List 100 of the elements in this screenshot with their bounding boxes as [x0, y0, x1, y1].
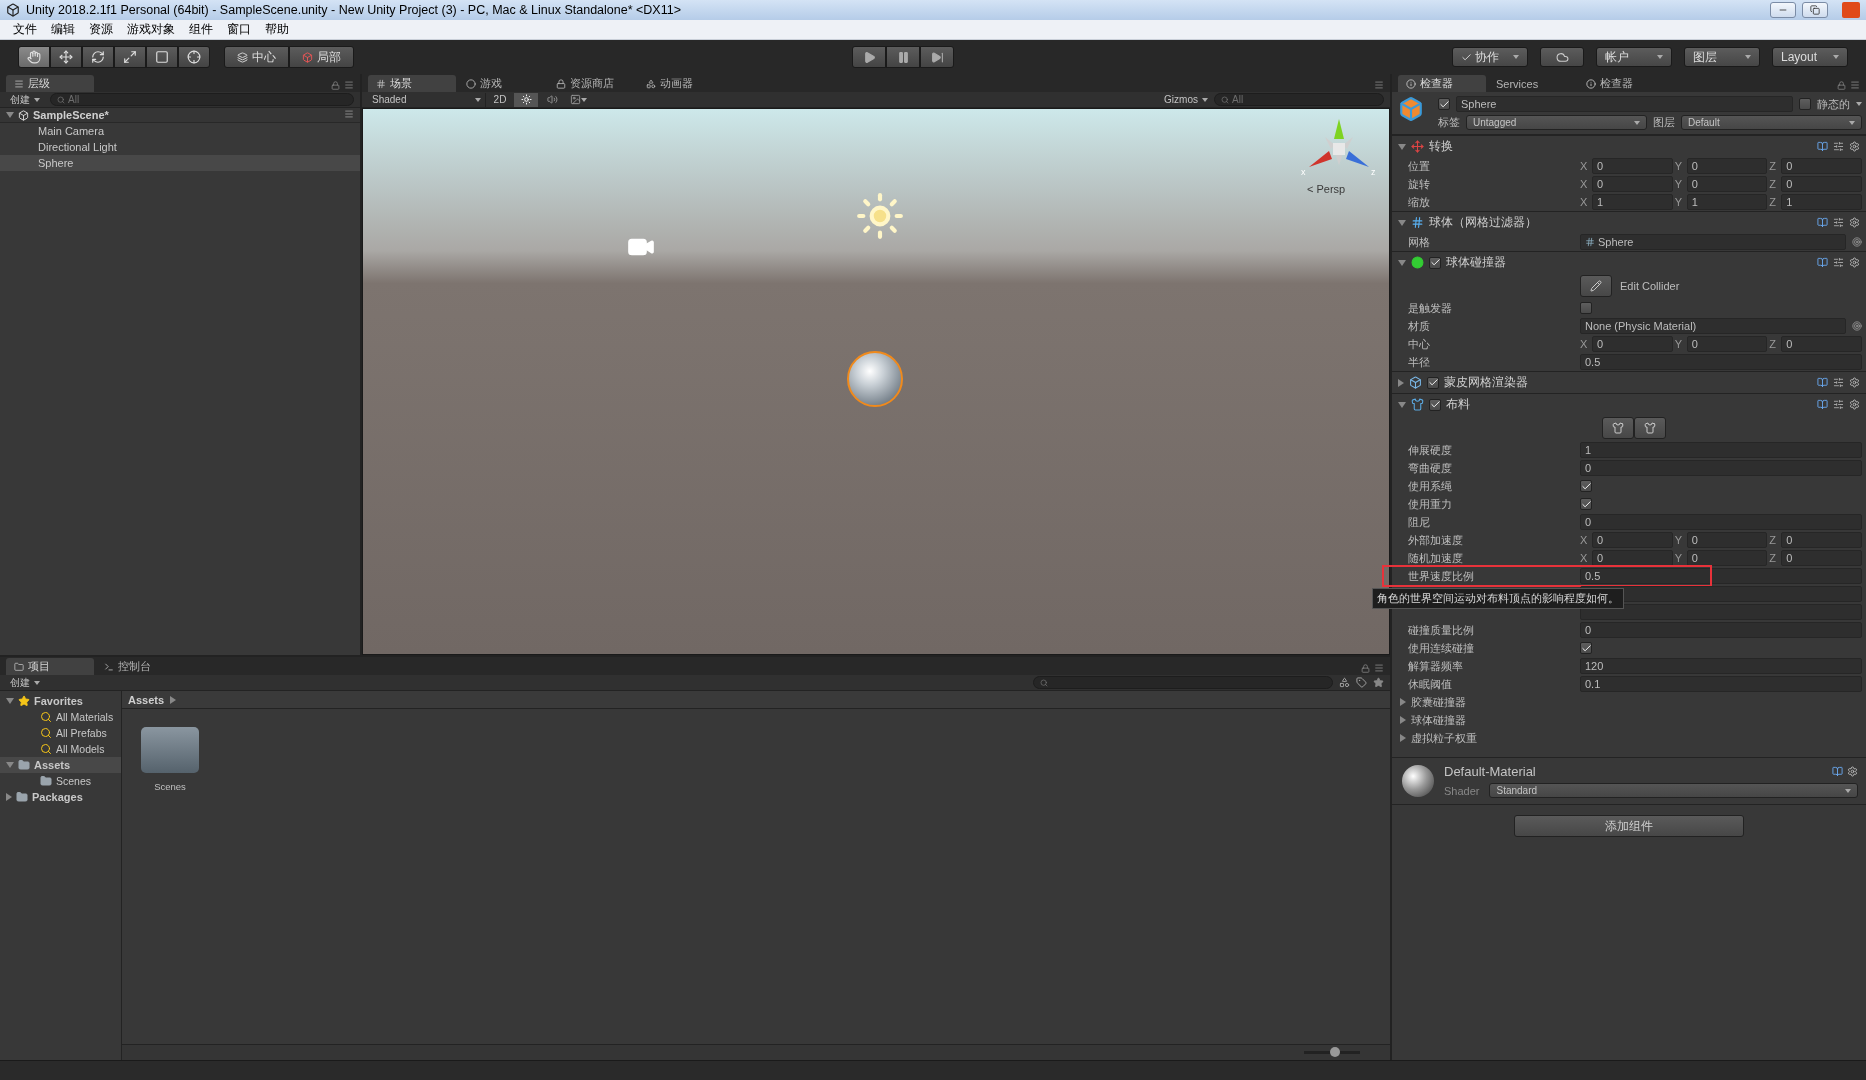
sliders-icon[interactable]	[1833, 217, 1844, 228]
tool-button[interactable]	[82, 46, 114, 68]
settings-icon[interactable]	[1849, 399, 1860, 410]
number-field[interactable]: 1	[1686, 194, 1768, 210]
create-dropdown[interactable]: 创建	[6, 675, 44, 690]
cloud-button[interactable]	[1540, 47, 1584, 67]
sliders-icon[interactable]	[1833, 399, 1844, 410]
component-header[interactable]: 球体碰撞器	[1392, 251, 1866, 273]
tree-item[interactable]: All Models	[0, 741, 121, 757]
menu-item[interactable]: 组件	[182, 21, 220, 38]
tool-button[interactable]	[178, 46, 210, 68]
object-field[interactable]: Sphere	[1580, 234, 1846, 250]
number-field[interactable]: 0	[1592, 532, 1673, 548]
settings-icon[interactable]	[1849, 141, 1860, 152]
tag-dropdown[interactable]: Untagged	[1466, 115, 1647, 130]
number-field[interactable]: 0	[1592, 336, 1673, 352]
number-field[interactable]: 0	[1592, 550, 1673, 566]
settings-icon[interactable]	[1849, 377, 1860, 388]
number-field[interactable]: 0	[1686, 158, 1768, 174]
tool-button[interactable]	[50, 46, 82, 68]
minimize-button[interactable]	[1770, 2, 1796, 18]
toolbar-dropdown[interactable]: Layout	[1772, 47, 1848, 67]
number-field[interactable]: 120	[1580, 658, 1862, 674]
panel-tab[interactable]: 动画器	[638, 75, 726, 92]
panel-tab[interactable]: 项目	[6, 658, 94, 675]
menu-item[interactable]: 资源	[82, 21, 120, 38]
tree-item[interactable]: Favorites	[0, 693, 121, 709]
menu-item[interactable]: 文件	[6, 21, 44, 38]
number-field[interactable]: 0.5	[1580, 354, 1862, 370]
number-field[interactable]: 0	[1686, 550, 1768, 566]
foldout-arrow-icon[interactable]	[1400, 734, 1406, 742]
lock-icon[interactable]	[1837, 80, 1846, 90]
component-header[interactable]: 布料	[1392, 393, 1866, 415]
breadcrumb-link[interactable]: Assets	[128, 693, 165, 706]
number-field[interactable]: 0	[1592, 158, 1673, 174]
panel-tab[interactable]: 检查器	[1398, 75, 1486, 92]
component-header[interactable]: 转换	[1392, 135, 1866, 157]
hierarchy-item[interactable]: Directional Light	[0, 139, 360, 155]
sliders-icon[interactable]	[1833, 257, 1844, 268]
number-field[interactable]: 0	[1580, 460, 1862, 476]
lighting-toggle[interactable]	[514, 92, 538, 107]
pivot-button[interactable]: 中心	[224, 46, 289, 68]
pivot-button[interactable]: 局部	[289, 46, 354, 68]
help-book-icon[interactable]	[1817, 399, 1828, 410]
restore-button[interactable]	[1802, 2, 1828, 18]
tree-item[interactable]: All Prefabs	[0, 725, 121, 741]
search-field[interactable]	[1033, 676, 1333, 689]
number-field[interactable]: 0	[1686, 532, 1768, 548]
2d-toggle[interactable]: 2D	[488, 92, 512, 107]
lock-icon[interactable]	[331, 80, 340, 90]
sliders-icon[interactable]	[1833, 141, 1844, 152]
add-component-button[interactable]: 添加组件	[1514, 815, 1744, 837]
foldout-arrow-icon[interactable]	[1398, 219, 1406, 226]
lock-icon[interactable]	[1361, 663, 1370, 673]
foldout-row[interactable]: 虚拟粒子权重	[1392, 729, 1866, 747]
hierarchy-item[interactable]: Main Camera	[0, 123, 360, 139]
checkbox[interactable]	[1438, 98, 1450, 110]
foldout-arrow-icon[interactable]	[1398, 143, 1406, 150]
foldout-arrow-icon[interactable]	[1400, 698, 1406, 706]
checkbox[interactable]	[1580, 498, 1592, 510]
checkbox[interactable]	[1429, 398, 1441, 411]
sliders-icon[interactable]	[1833, 377, 1844, 388]
number-field[interactable]: 0	[1580, 622, 1862, 638]
panel-tab[interactable]: 层级	[6, 75, 94, 92]
play-button[interactable]	[852, 46, 886, 68]
help-book-icon[interactable]	[1817, 377, 1828, 388]
help-book-icon[interactable]	[1817, 141, 1828, 152]
number-field[interactable]: 0	[1580, 514, 1862, 530]
panel-tab[interactable]: 游戏	[458, 75, 546, 92]
layer-dropdown[interactable]: Default	[1681, 115, 1862, 130]
shader-dropdown[interactable]: Standard	[1489, 783, 1858, 798]
foldout-arrow-icon[interactable]	[1400, 716, 1406, 724]
settings-icon[interactable]	[1847, 766, 1858, 777]
step-button[interactable]	[920, 46, 954, 68]
panel-tab[interactable]: 控制台	[96, 658, 184, 675]
checkbox[interactable]	[1580, 642, 1592, 654]
collab-dropdown[interactable]: 协作	[1452, 47, 1528, 67]
number-field[interactable]: 1	[1592, 194, 1673, 210]
object-picker-icon[interactable]	[1852, 321, 1862, 331]
number-field[interactable]: 0	[1781, 336, 1862, 352]
tree-item[interactable]: Scenes	[0, 773, 121, 789]
panel-tab[interactable]: 资源商店	[548, 75, 636, 92]
checkbox[interactable]	[1580, 480, 1592, 492]
scene-name[interactable]: SampleScene*	[33, 109, 109, 121]
number-field[interactable]: 0	[1781, 176, 1862, 192]
number-field[interactable]: 0.1	[1580, 676, 1862, 692]
number-field[interactable]: 1	[1781, 194, 1862, 210]
help-book-icon[interactable]	[1817, 257, 1828, 268]
checkbox[interactable]	[1427, 376, 1439, 389]
sphere-object[interactable]	[847, 351, 903, 407]
foldout-arrow-icon[interactable]	[6, 112, 14, 118]
number-field[interactable]: 0	[1781, 532, 1862, 548]
number-field[interactable]: 0	[1686, 336, 1768, 352]
component-header[interactable]: 蒙皮网格渲染器	[1392, 371, 1866, 393]
foldout-arrow-icon[interactable]	[1398, 378, 1404, 387]
pause-button[interactable]	[886, 46, 920, 68]
component-header[interactable]: 球体（网格过滤器）	[1392, 211, 1866, 233]
foldout-row[interactable]: 球体碰撞器	[1392, 711, 1866, 729]
menu-item[interactable]: 帮助	[258, 21, 296, 38]
star-icon[interactable]	[1373, 677, 1384, 688]
